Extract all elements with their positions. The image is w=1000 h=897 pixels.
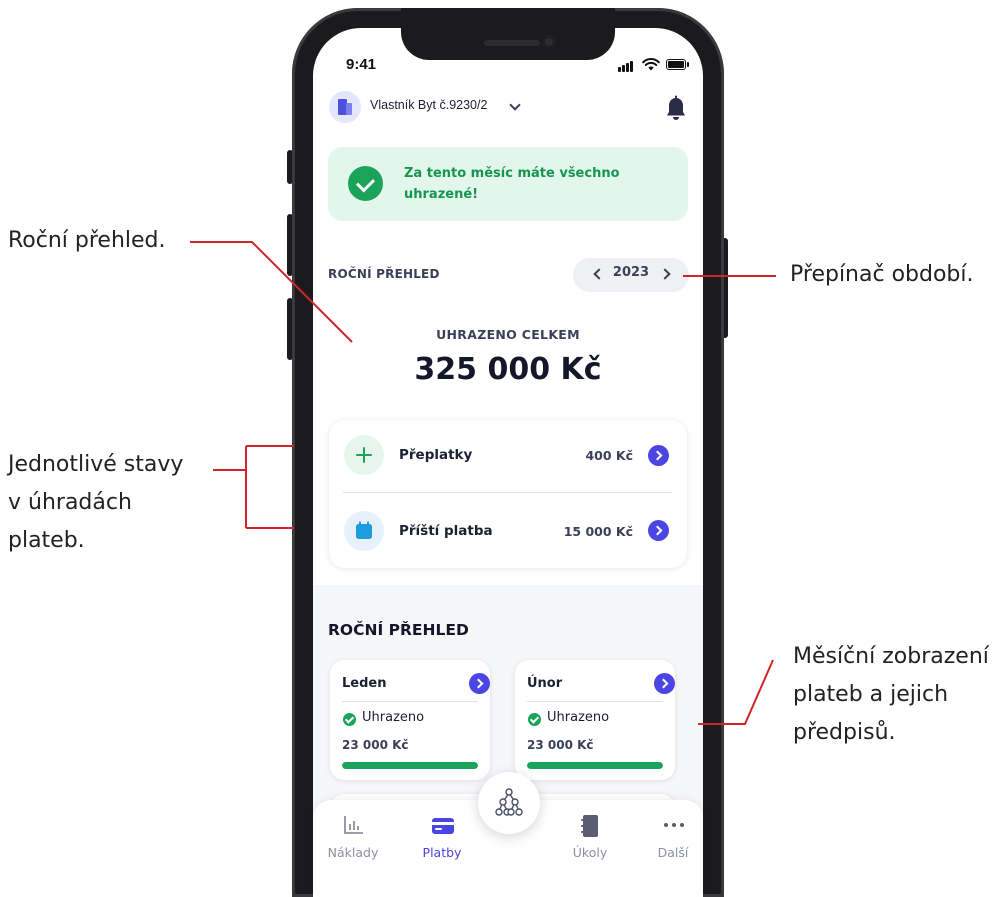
signal-icon xyxy=(630,61,633,72)
status-time: 9:41 xyxy=(346,56,377,73)
month-arrow-button[interactable] xyxy=(469,673,490,694)
month-name: Únor xyxy=(527,676,563,691)
phone-camera xyxy=(542,35,556,49)
wifi-icon xyxy=(642,58,660,71)
month-progress-fill xyxy=(342,762,478,769)
next-payment-arrow-button[interactable] xyxy=(648,520,669,541)
month-progress-bar xyxy=(342,762,478,769)
battery-tip xyxy=(687,62,689,67)
month-divider xyxy=(342,701,478,702)
month-name: Leden xyxy=(342,676,387,691)
month-card[interactable]: Únor Uhrazeno 23 000 Kč xyxy=(515,660,675,780)
phone-speaker xyxy=(484,40,540,46)
annotation-line-2: plateb a jejich xyxy=(793,682,949,707)
month-divider xyxy=(527,701,663,702)
annotation-annual-overview: Roční přehled. xyxy=(8,228,166,253)
total-paid-label: UHRAZENO CELKEM xyxy=(436,327,580,342)
annotation-monthly-view: Měsíční zobrazení plateb a jejich předpi… xyxy=(793,638,989,752)
connector-payment-states xyxy=(213,445,294,529)
tab-ukoly[interactable]: Úkoly xyxy=(555,845,625,860)
overpayments-label[interactable]: Přeplatky xyxy=(399,447,472,463)
phone-notch xyxy=(401,8,615,60)
next-payment-icon-bg xyxy=(344,511,384,551)
plus-icon xyxy=(356,447,372,463)
next-payment-value: 15 000 Kč xyxy=(563,524,633,539)
annual-overview-label: ROČNÍ PŘEHLED xyxy=(328,267,440,281)
chevron-left-icon[interactable] xyxy=(593,268,605,280)
annotation-line-3: předpisů. xyxy=(793,720,896,745)
calendar-icon xyxy=(356,521,372,539)
annotation-line-2: v úhradách xyxy=(8,490,132,515)
check-icon xyxy=(343,713,356,726)
overpayments-arrow-button[interactable] xyxy=(648,445,669,466)
building-icon[interactable] xyxy=(329,91,361,123)
battery-icon xyxy=(666,59,686,70)
annotation-line-1: Jednotlivé stavy xyxy=(8,452,184,477)
month-amount: 23 000 Kč xyxy=(342,738,409,752)
month-card[interactable]: Leden Uhrazeno 23 000 Kč xyxy=(330,660,490,780)
month-progress-bar xyxy=(527,762,663,769)
notebook-icon[interactable] xyxy=(580,814,600,838)
states-divider xyxy=(343,492,672,493)
annotation-payment-states: Jednotlivé stavy v úhradách plateb. xyxy=(8,446,183,560)
center-action-button[interactable] xyxy=(478,772,540,834)
tab-platby[interactable]: Platby xyxy=(407,845,477,860)
chevron-right-icon[interactable] xyxy=(659,268,671,280)
tab-naklady[interactable]: Náklady xyxy=(318,845,388,860)
overpayment-icon-bg xyxy=(344,435,384,475)
period-switcher: 2023 xyxy=(573,258,689,292)
annotation-line-3: plateb. xyxy=(8,528,85,553)
overpayments-value: 400 Kč xyxy=(585,448,633,463)
network-icon xyxy=(495,788,523,816)
chart-icon[interactable] xyxy=(343,815,365,835)
monthly-section-title: ROČNÍ PŘEHLED xyxy=(328,621,469,639)
more-icon[interactable] xyxy=(663,822,685,828)
month-status: Uhrazeno xyxy=(362,710,425,725)
tab-dalsi[interactable]: Další xyxy=(638,845,708,860)
next-payment-label[interactable]: Příští platba xyxy=(399,523,493,539)
signal-icon xyxy=(626,63,629,72)
check-icon xyxy=(348,166,383,201)
month-amount: 23 000 Kč xyxy=(527,738,594,752)
month-arrow-button[interactable] xyxy=(654,673,675,694)
banner-text: Za tento měsíc máte všechno uhrazené! xyxy=(404,166,620,202)
month-progress-fill xyxy=(527,762,663,769)
year-value: 2023 xyxy=(612,265,650,280)
annotation-line-1: Měsíční zobrazení xyxy=(793,644,989,669)
annotation-period-switch: Přepínač období. xyxy=(790,262,974,287)
check-icon xyxy=(528,713,541,726)
signal-icon xyxy=(622,65,625,72)
month-status: Uhrazeno xyxy=(547,710,610,725)
bell-icon[interactable] xyxy=(664,95,688,123)
status-icons xyxy=(618,58,690,72)
property-selector[interactable]: Vlastník Byt č.9230/2 xyxy=(370,98,487,112)
signal-icon xyxy=(618,67,621,72)
total-paid-value: 325 000 Kč xyxy=(414,352,602,387)
card-icon[interactable] xyxy=(431,817,455,835)
